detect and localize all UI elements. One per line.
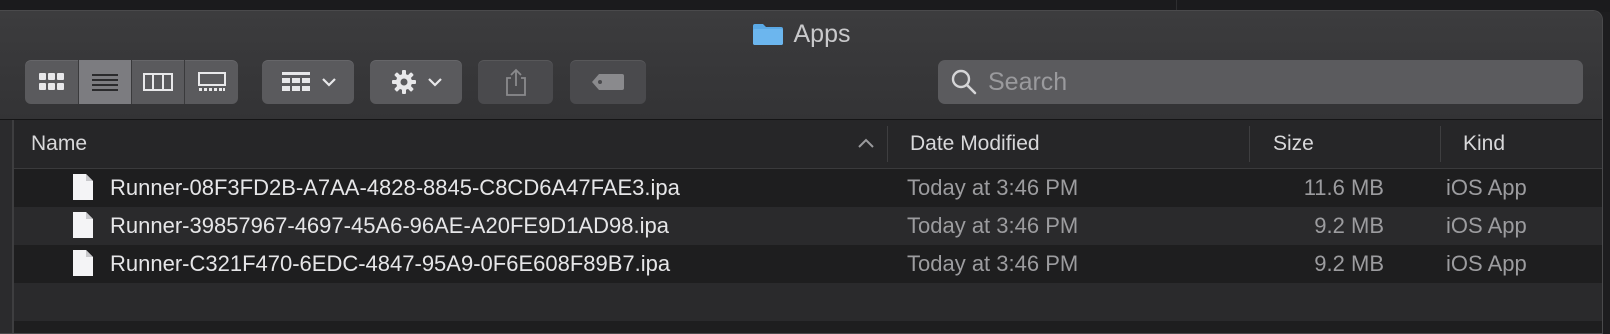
list-view-button[interactable] <box>79 60 132 104</box>
file-name: Runner-08F3FD2B-A7AA-4828-8845-C8CD6A47F… <box>110 175 680 200</box>
share-icon <box>505 68 526 96</box>
share-button[interactable] <box>478 60 553 104</box>
gallery-view-button[interactable] <box>185 60 238 104</box>
sort-ascending-icon[interactable] <box>858 138 874 148</box>
empty-row <box>14 283 1602 321</box>
file-list-area: Name Date Modified Size Kind Runner-08F3… <box>0 120 1602 333</box>
file-name: Runner-C321F470-6EDC-4847-95A9-0F6E608F8… <box>110 251 671 276</box>
group-by-button[interactable] <box>262 60 354 104</box>
search-icon <box>951 69 977 95</box>
file-date-modified: Today at 3:46 PM <box>907 251 1079 276</box>
file-kind: iOS App <box>1446 213 1527 238</box>
sidebar-edge <box>0 120 14 333</box>
columns-icon <box>143 73 173 91</box>
file-size: 11.6 MB <box>1303 175 1384 200</box>
folder-icon <box>752 24 783 45</box>
finder-window: Apps Search Name Date Modified Size Kind… <box>0 10 1603 334</box>
view-mode-segmented-control <box>25 60 238 104</box>
document-icon <box>73 174 93 200</box>
list-icon <box>92 74 118 91</box>
window-title: Apps <box>0 19 1602 49</box>
column-header-size[interactable]: Size <box>1273 120 1314 168</box>
file-kind: iOS App <box>1446 251 1527 276</box>
gallery-icon <box>197 72 226 91</box>
column-divider[interactable] <box>887 126 888 162</box>
column-view-button[interactable] <box>132 60 185 104</box>
tag-icon <box>592 74 624 90</box>
column-header-kind[interactable]: Kind <box>1463 120 1505 168</box>
gear-icon <box>392 70 416 94</box>
grid-icon <box>38 73 64 90</box>
file-size: 9.2 MB <box>1314 251 1384 276</box>
chevron-down-icon <box>428 78 442 87</box>
search-field[interactable] <box>938 60 1583 104</box>
column-header-date-modified[interactable]: Date Modified <box>910 120 1040 168</box>
document-icon <box>73 212 93 238</box>
table-row[interactable]: Runner-39857967-4697-45A6-96AE-A20FE9D1A… <box>14 207 1602 245</box>
file-kind: iOS App <box>1446 175 1527 200</box>
group-by-icon <box>282 72 310 91</box>
column-headers: Name Date Modified Size Kind <box>14 120 1602 169</box>
window-title-text: Apps <box>793 19 851 48</box>
file-rows: Runner-08F3FD2B-A7AA-4828-8845-C8CD6A47F… <box>14 169 1602 321</box>
column-header-name[interactable]: Name <box>31 120 87 168</box>
search-input[interactable] <box>986 66 1550 98</box>
column-divider[interactable] <box>1440 126 1441 162</box>
action-menu-button[interactable] <box>370 60 462 104</box>
icon-view-button[interactable] <box>25 60 79 104</box>
file-date-modified: Today at 3:46 PM <box>907 175 1079 200</box>
table-row[interactable]: Runner-08F3FD2B-A7AA-4828-8845-C8CD6A47F… <box>14 169 1602 207</box>
file-size: 9.2 MB <box>1314 213 1384 238</box>
table-row[interactable]: Runner-C321F470-6EDC-4847-95A9-0F6E608F8… <box>14 245 1602 283</box>
chevron-down-icon <box>322 78 336 87</box>
tag-button[interactable] <box>570 60 646 104</box>
column-divider[interactable] <box>1249 126 1250 162</box>
file-date-modified: Today at 3:46 PM <box>907 213 1079 238</box>
file-name: Runner-39857967-4697-45A6-96AE-A20FE9D1A… <box>110 213 669 238</box>
document-icon <box>73 250 93 276</box>
toolbar: Apps <box>0 11 1602 120</box>
